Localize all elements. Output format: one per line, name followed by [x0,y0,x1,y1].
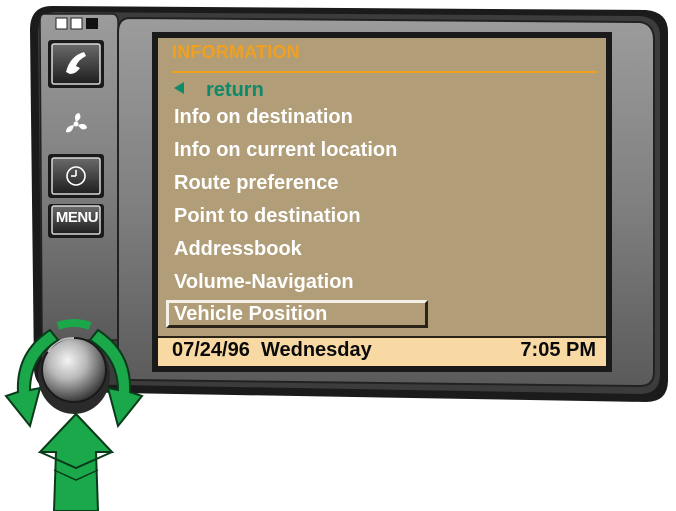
indicator-white-1 [55,17,68,30]
menu-item-info-on-destination[interactable]: Info on destination [174,102,397,135]
menu-item-volume-navigation[interactable]: Volume-Navigation [174,267,397,300]
status-time: 7:05 PM [520,339,596,361]
menu-button[interactable]: MENU [51,209,103,226]
display-screen: INFORMATION return Info on destination I… [158,38,606,366]
status-date: 07/24/96 Wednesday [172,339,372,361]
menu-list: Info on destination Info on current loca… [174,102,397,300]
push-arrow [37,412,115,511]
back-arrow-icon [174,82,184,94]
menu-item-route-preference[interactable]: Route preference [174,168,397,201]
status-bar: 07/24/96 Wednesday 7:05 PM [158,336,606,366]
menu-item-vehicle-position-selected[interactable]: Vehicle Position [166,300,428,328]
indicator-white-2 [70,17,83,30]
return-item[interactable]: return [174,79,264,102]
screen-title: INFORMATION [172,42,300,62]
clock-button[interactable] [52,158,100,194]
rotary-knob-control[interactable] [42,338,106,402]
fan-button[interactable] [60,110,92,138]
return-label: return [206,79,264,101]
phone-button[interactable] [52,44,100,84]
indicator-black [86,18,98,29]
title-divider [172,71,598,73]
menu-item-point-to-destination[interactable]: Point to destination [174,201,397,234]
menu-item-addressbook[interactable]: Addressbook [174,234,397,267]
menu-item-info-on-current-location[interactable]: Info on current location [174,135,397,168]
